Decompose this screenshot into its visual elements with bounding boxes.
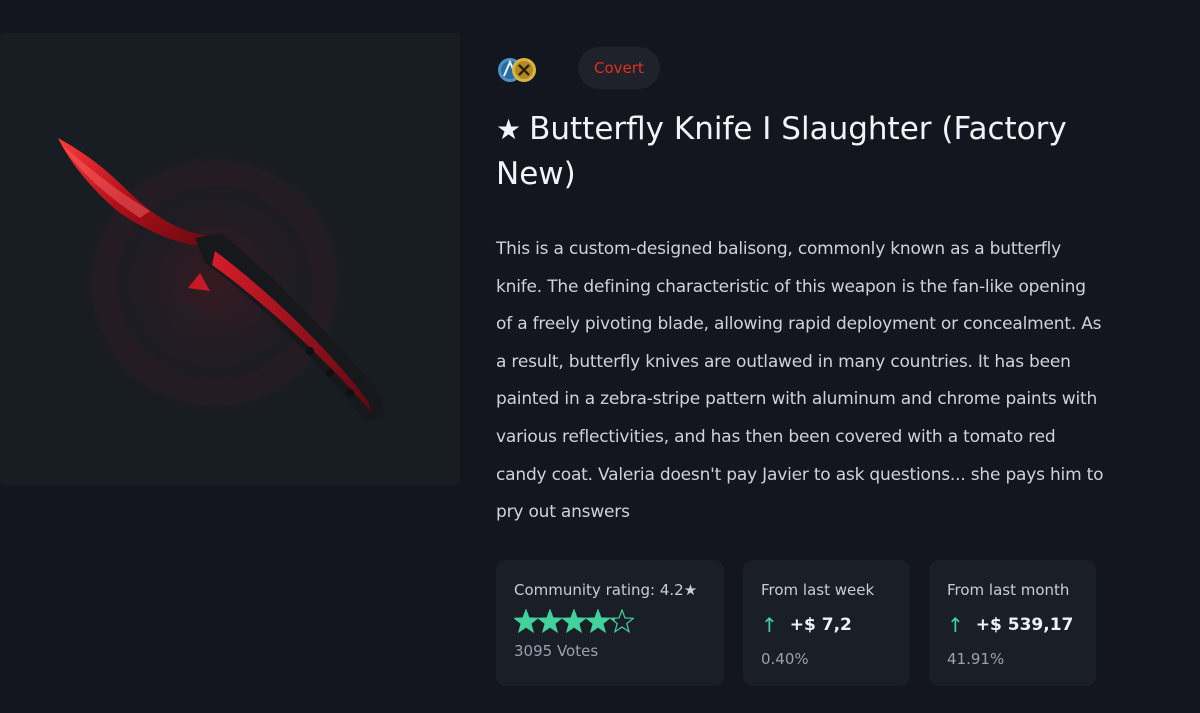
badge-row: Covert (496, 45, 1106, 91)
item-image-panel (0, 33, 460, 485)
item-title: ★ Butterfly Knife I Slaughter (Factory Ne… (496, 107, 1106, 197)
item-info: Covert ★ Butterfly Knife I Slaughter (Fac… (496, 45, 1106, 522)
rating-label: Community rating: 4.2★ (514, 581, 698, 599)
week-change-value: +$ 7,2 (789, 615, 852, 635)
rating-star (514, 610, 538, 632)
rating-star (586, 610, 610, 632)
vote-count: 3095 Votes (514, 642, 599, 660)
week-percent: 0.40% (761, 650, 809, 668)
butterfly-knife-image (55, 123, 385, 443)
month-change-value: +$ 539,17 (975, 615, 1074, 635)
arrow-up-icon: ↑ (761, 613, 778, 637)
rating-star (538, 610, 562, 632)
month-change: ↑ +$ 539,17 (947, 610, 1078, 640)
rating-star (562, 610, 586, 632)
weekly-change-card: From last week ↑ +$ 7,2 0.40% (743, 560, 910, 686)
team-icon (498, 58, 536, 82)
monthly-change-card: From last month ↑ +$ 539,17 41.91% (929, 560, 1096, 686)
item-title-text: Butterfly Knife I Slaughter (Factory New… (496, 111, 1067, 192)
month-percent: 41.91% (947, 650, 1005, 668)
rating-stars[interactable] (514, 608, 706, 636)
week-label: From last week (761, 581, 875, 599)
item-description: This is a custom-designed balisong, comm… (496, 239, 1104, 523)
star-icon: ★ (496, 113, 522, 146)
month-label: From last month (947, 581, 1070, 599)
arrow-up-icon: ↑ (947, 613, 964, 637)
week-change: ↑ +$ 7,2 (761, 610, 892, 640)
community-rating-card: Community rating: 4.2★ 3095 Votes (496, 560, 724, 686)
star-rating-icon (514, 609, 634, 634)
rarity-badge[interactable]: Covert (578, 47, 660, 89)
